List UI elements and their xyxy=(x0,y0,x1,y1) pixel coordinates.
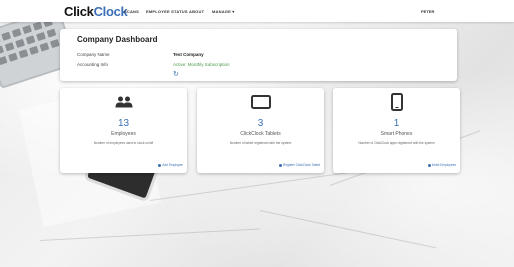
employees-description: Number of employees used to clock on/off xyxy=(93,141,154,145)
top-navbar: ClickClock SCANS EMPLOYEE STATUS ABOUT M… xyxy=(0,0,514,22)
refresh-icon[interactable]: ↻ xyxy=(173,70,179,78)
employees-label: Employees xyxy=(111,131,136,137)
tablets-label: ClickClock Tablets xyxy=(240,131,281,137)
accounting-info-label: Accounting Info xyxy=(77,62,109,67)
invite-employees-link[interactable]: Invite Employees xyxy=(427,163,456,167)
nav-employee-status[interactable]: EMPLOYEE STATUS xyxy=(146,9,188,14)
company-name-label: Company Name xyxy=(77,52,110,57)
tablet-icon xyxy=(197,94,324,110)
employees-card: 13 Employees Number of employees used to… xyxy=(60,88,187,173)
tablets-count: 3 xyxy=(257,118,264,129)
people-icon xyxy=(60,94,187,110)
tablets-description: Number of tablet registered with the sys… xyxy=(229,141,292,145)
user-menu[interactable]: PETER xyxy=(421,9,434,14)
register-tablet-link[interactable]: Register ClickClock Tablet xyxy=(279,163,320,167)
plus-icon xyxy=(427,163,431,167)
add-employee-link[interactable]: Add Employee xyxy=(158,163,183,167)
nav-about[interactable]: ABOUT xyxy=(189,9,204,14)
company-dashboard-card: Company Dashboard Company Name Test Comp… xyxy=(60,29,457,81)
plus-icon xyxy=(158,163,162,167)
phones-label: Smart Phones xyxy=(380,131,413,137)
plus-icon xyxy=(279,163,283,167)
tablets-card: 3 ClickClock Tablets Number of tablet re… xyxy=(197,88,324,173)
page-title: Company Dashboard xyxy=(77,35,158,44)
company-name-value: Test Company xyxy=(173,52,204,57)
nav-manage-dropdown[interactable]: MANAGE ▾ xyxy=(212,9,235,14)
phone-icon xyxy=(333,93,460,111)
clickclock-logo[interactable]: ClickClock xyxy=(64,4,128,19)
phones-count: 1 xyxy=(393,118,400,129)
nav-scans[interactable]: SCANS xyxy=(124,9,139,14)
smart-phones-card: 1 Smart Phones Number of ClickClock apps… xyxy=(333,88,460,173)
accounting-info-value: Active: Monthly Subscription xyxy=(173,62,230,67)
phones-description: Number of ClickClock apps registered wit… xyxy=(358,141,435,145)
employees-count: 13 xyxy=(117,118,130,129)
